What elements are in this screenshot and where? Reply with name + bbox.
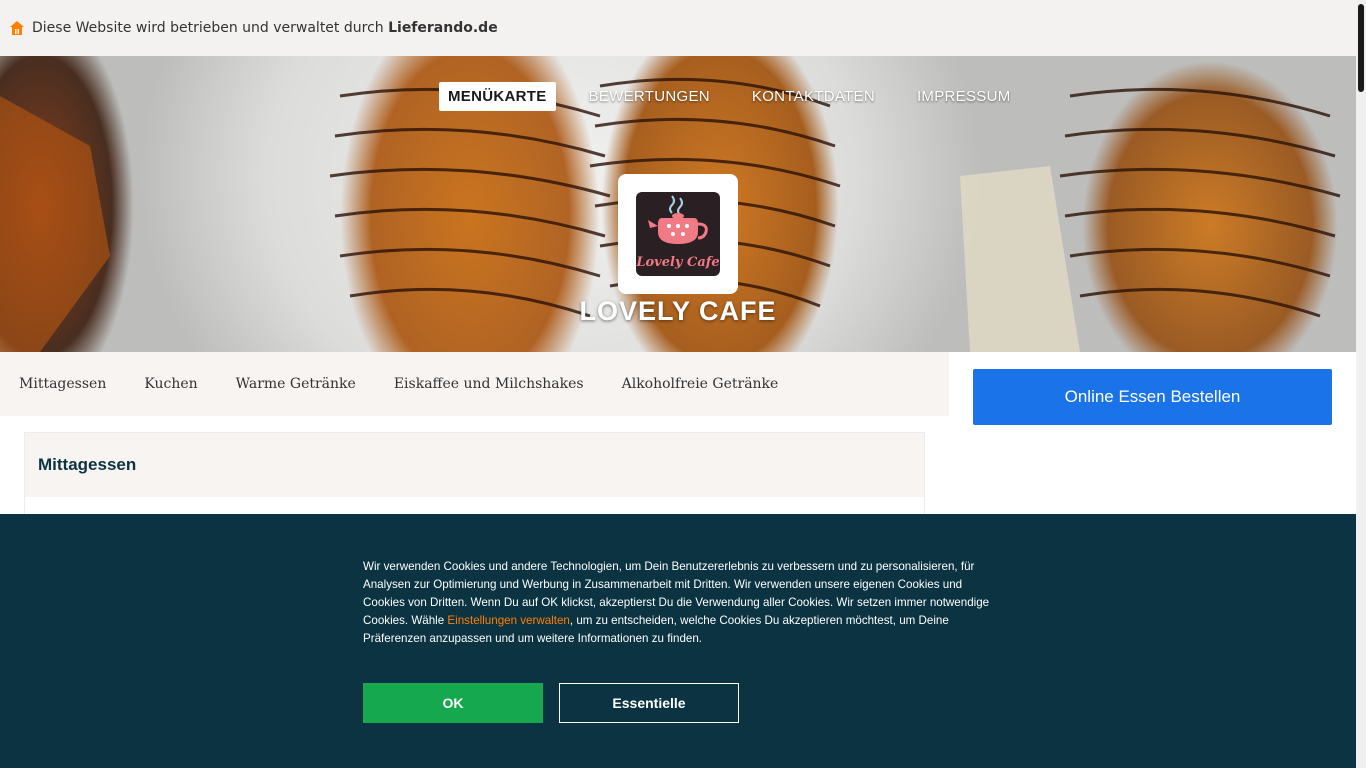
manage-settings-link[interactable]: Einstellungen verwalten [447,614,569,627]
order-online-button[interactable]: Online Essen Bestellen [973,369,1332,425]
page-scrollbar[interactable] [1356,0,1366,768]
hero-banner: MENÜKARTE BEWERTUNGEN KONTAKTDATEN IMPRE… [0,56,1356,352]
logo-wordmark: Lovely Cafe [636,255,720,270]
restaurant-logo: Lovely Cafe [618,174,738,294]
section-title: Mittagessen [25,433,924,497]
cookie-ok-button[interactable]: OK [363,683,543,723]
restaurant-nav: MENÜKARTE BEWERTUNGEN KONTAKTDATEN IMPRE… [439,82,1044,111]
cookie-consent-text: Wir verwenden Cookies und andere Technol… [363,560,990,645]
category-warme-getraenke[interactable]: Warme Getränke [236,376,356,392]
category-alkoholfreie-getraenke[interactable]: Alkoholfreie Getränke [622,376,779,392]
nav-menukarte[interactable]: MENÜKARTE [439,82,556,111]
cookie-consent-banner: Wir verwenden Cookies und andere Technol… [0,514,1356,768]
operator-brand-link[interactable]: Lieferando.de [388,20,498,36]
operator-notice-bar: Diese Website wird betrieben und verwalt… [0,0,1356,56]
category-nav: Mittagessen Kuchen Warme Getränke Eiskaf… [0,352,949,416]
nav-kontaktdaten[interactable]: KONTAKTDATEN [743,82,884,111]
category-kuchen[interactable]: Kuchen [144,376,197,392]
nav-impressum[interactable]: IMPRESSUM [908,82,1020,111]
restaurant-name: LOVELY CAFE [579,296,777,326]
house-icon [10,21,24,35]
nav-bewertungen[interactable]: BEWERTUNGEN [580,82,719,111]
teapot-logo-image: Lovely Cafe [636,192,720,276]
operator-notice-text: Diese Website wird betrieben und verwalt… [32,20,498,36]
scrollbar-thumb[interactable] [1358,4,1364,92]
category-mittagessen[interactable]: Mittagessen [19,376,106,392]
category-eiskaffee-milchshakes[interactable]: Eiskaffee und Milchshakes [394,376,584,392]
cookie-essential-button[interactable]: Essentielle [559,683,739,723]
